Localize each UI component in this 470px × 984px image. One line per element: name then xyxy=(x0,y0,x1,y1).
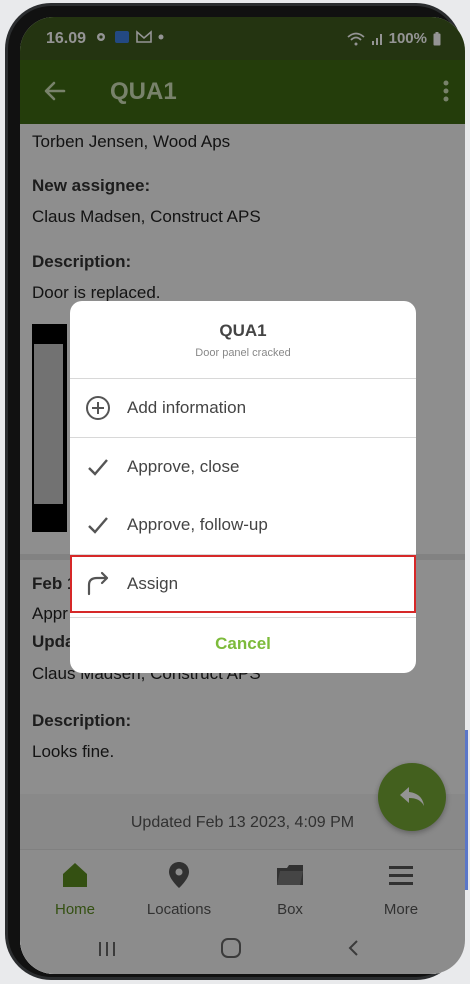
check-icon xyxy=(88,459,108,476)
option-label: Approve, close xyxy=(127,457,240,476)
option-label: Assign xyxy=(127,574,179,593)
screen: 16.09 100% QUA1 Torben Jensen, Wood Aps xyxy=(20,17,465,974)
cancel-button[interactable]: Cancel xyxy=(70,619,416,669)
option-approve-follow-up[interactable]: Approve, follow-up xyxy=(70,496,416,554)
dialog-subtitle: Door panel cracked xyxy=(195,347,291,359)
forward-arrow-icon xyxy=(87,571,109,596)
dialog-divider xyxy=(70,617,416,618)
dialog-title: QUA1 xyxy=(219,321,267,340)
option-add-information[interactable]: Add information xyxy=(70,379,416,437)
option-approve-close[interactable]: Approve, close xyxy=(70,438,416,496)
option-label: Add information xyxy=(127,398,247,417)
device-frame: 16.09 100% QUA1 Torben Jensen, Wood Aps xyxy=(0,0,470,984)
plus-circle-icon xyxy=(86,396,110,420)
check-icon xyxy=(88,517,108,534)
action-dialog: QUA1 Door panel cracked Add information … xyxy=(70,301,416,673)
option-assign[interactable]: Assign xyxy=(70,555,416,613)
option-label: Approve, follow-up xyxy=(127,515,268,534)
